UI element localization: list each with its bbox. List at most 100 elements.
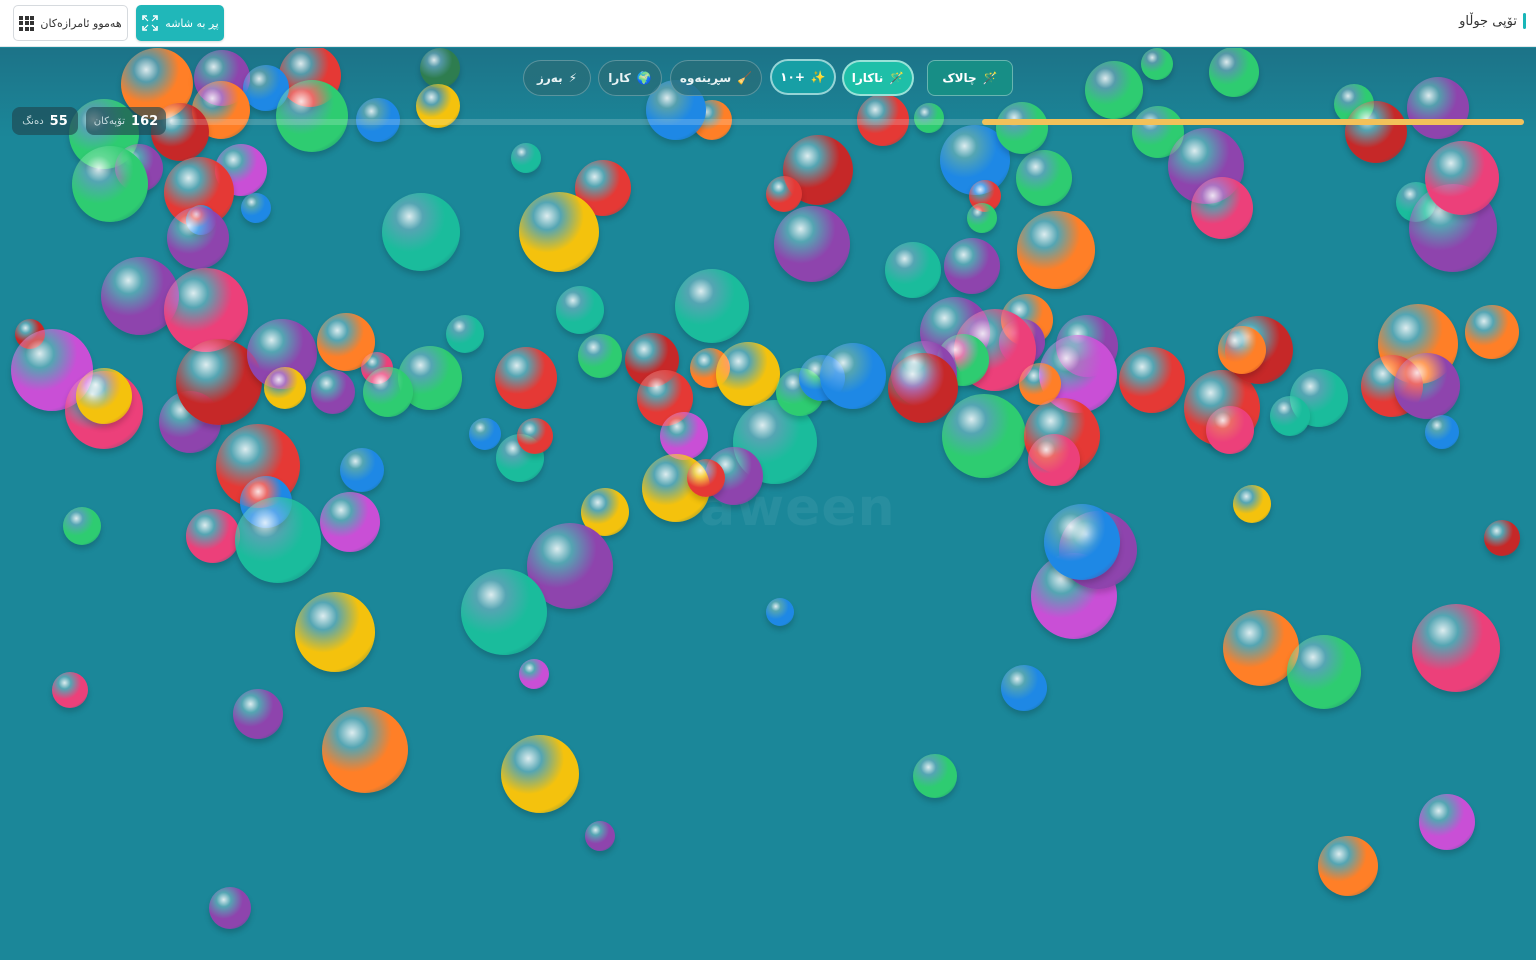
ball[interactable] [1044, 504, 1120, 580]
ball[interactable] [52, 672, 88, 708]
ball[interactable] [167, 207, 229, 269]
ball[interactable] [517, 418, 553, 454]
expand-icon [142, 15, 159, 31]
app-title: تۆپی جوڵاو [1459, 13, 1526, 29]
ball[interactable] [1017, 211, 1095, 289]
ball[interactable] [382, 193, 460, 271]
toolbar-clear-button[interactable]: 🧹 سڕینەوە [670, 60, 762, 96]
ball[interactable] [1425, 141, 1499, 215]
ball[interactable] [235, 497, 321, 583]
ball[interactable] [1484, 520, 1520, 556]
ball[interactable] [942, 394, 1026, 478]
ball[interactable] [766, 176, 802, 212]
toolbar-label-1: ناکارا [851, 71, 884, 85]
balls-count-label: تۆپەکان [93, 115, 126, 127]
balls-count-badge: 162 تۆپەکان [86, 107, 166, 135]
ball[interactable] [72, 146, 148, 222]
toolbar-label-5: بەرز [536, 71, 563, 85]
magic-wand-icon: 🪄 [889, 71, 905, 85]
ball[interactable] [76, 368, 132, 424]
all-tools-button[interactable]: هەموو ئامرازەکان [13, 5, 128, 41]
ball[interactable] [1191, 177, 1253, 239]
ball[interactable] [1016, 150, 1072, 206]
ball[interactable] [1233, 485, 1271, 523]
balls-count: 162 [131, 113, 159, 129]
ball[interactable] [888, 353, 958, 423]
ball[interactable] [556, 286, 604, 334]
ball[interactable] [716, 342, 780, 406]
ball[interactable] [311, 370, 355, 414]
ball[interactable] [1318, 836, 1378, 896]
ball[interactable] [1270, 396, 1310, 436]
lightning-icon: ⚡ [568, 71, 578, 85]
ball[interactable] [320, 492, 380, 552]
ball[interactable] [1085, 61, 1143, 119]
toolbar-add-ten-button[interactable]: ✨ +۱۰ [770, 59, 836, 95]
toolbar-label-0: چالاک [942, 71, 977, 85]
ball[interactable] [1412, 604, 1500, 692]
ball[interactable] [885, 242, 941, 298]
ball[interactable] [914, 103, 944, 133]
ball[interactable] [233, 689, 283, 739]
toolbar-speed-button[interactable]: ⚡ بەرز [523, 60, 591, 96]
ball[interactable] [585, 821, 615, 851]
progress-fill [982, 119, 1524, 125]
ball[interactable] [209, 887, 251, 929]
ball[interactable] [578, 334, 622, 378]
toolbar-inactive-button[interactable]: 🪄 ناکارا [842, 60, 914, 96]
ball[interactable] [340, 448, 384, 492]
ball[interactable] [363, 367, 413, 417]
ball[interactable] [1119, 347, 1185, 413]
toolbar-gravity-button[interactable]: 🌍 کارا [598, 60, 662, 96]
ball[interactable] [519, 192, 599, 272]
ball[interactable] [913, 754, 957, 798]
toolbar-active-button[interactable]: 🪄 چالاک [927, 60, 1013, 96]
ball[interactable] [264, 367, 306, 409]
ball[interactable] [660, 412, 708, 460]
ball[interactable] [501, 735, 579, 813]
ball[interactable] [820, 343, 886, 409]
ball[interactable] [446, 315, 484, 353]
ball[interactable] [675, 269, 749, 343]
ball[interactable] [996, 102, 1048, 154]
ball[interactable] [766, 598, 794, 626]
game-canvas[interactable]: aween 162 تۆپەکان 55 دەنگ 🪄 چالاک 🪄 ناکا… [0, 48, 1536, 960]
ball[interactable] [1028, 434, 1080, 486]
ball[interactable] [241, 193, 271, 223]
ball[interactable] [276, 80, 348, 152]
ball[interactable] [1218, 326, 1266, 374]
ball[interactable] [1141, 48, 1173, 80]
sound-badge: 55 دەنگ [12, 107, 78, 135]
ball[interactable] [1394, 353, 1460, 419]
sound-count: 55 [49, 113, 68, 129]
ball[interactable] [774, 206, 850, 282]
ball[interactable] [186, 509, 240, 563]
ball[interactable] [1345, 101, 1407, 163]
balls-layer[interactable] [0, 48, 1536, 960]
ball[interactable] [495, 347, 557, 409]
fullscreen-button[interactable]: پڕ بە شاشە [136, 5, 224, 41]
ball[interactable] [511, 143, 541, 173]
ball[interactable] [1465, 305, 1519, 359]
ball[interactable] [944, 238, 1000, 294]
ball[interactable] [1419, 794, 1475, 850]
ball[interactable] [164, 268, 248, 352]
ball[interactable] [420, 48, 460, 88]
ball[interactable] [1209, 48, 1259, 97]
ball[interactable] [469, 418, 501, 450]
ball[interactable] [687, 459, 725, 497]
ball[interactable] [1425, 415, 1459, 449]
ball[interactable] [967, 203, 997, 233]
title-accent-bar [1523, 13, 1526, 29]
ball[interactable] [1407, 77, 1469, 139]
all-tools-label: هەموو ئامرازەکان [40, 16, 122, 30]
ball[interactable] [322, 707, 408, 793]
ball[interactable] [63, 507, 101, 545]
ball[interactable] [461, 569, 547, 655]
progress-track [170, 119, 1524, 125]
ball[interactable] [1287, 635, 1361, 709]
ball[interactable] [519, 659, 549, 689]
ball[interactable] [1001, 665, 1047, 711]
ball[interactable] [1206, 406, 1254, 454]
ball[interactable] [295, 592, 375, 672]
